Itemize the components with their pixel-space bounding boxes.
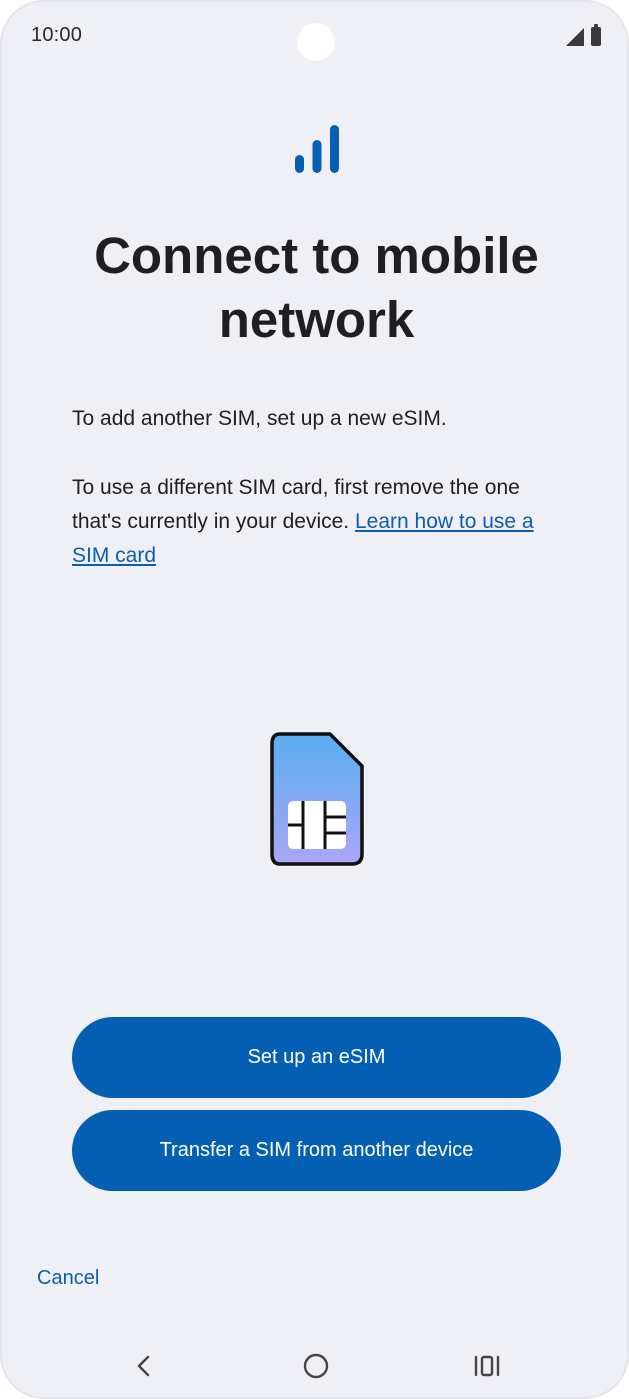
signal-icon: [566, 28, 584, 46]
sim-card-info-text: To use a different SIM card, first remov…: [72, 471, 572, 573]
status-time: 10:00: [31, 24, 83, 46]
home-button[interactable]: [286, 1336, 346, 1396]
back-button[interactable]: [115, 1336, 175, 1396]
status-icons: [566, 24, 601, 46]
battery-icon: [591, 24, 601, 46]
cancel-button[interactable]: Cancel: [37, 1267, 99, 1290]
camera-cutout: [297, 23, 335, 61]
back-icon: [137, 1355, 150, 1377]
cellular-signal-icon: [295, 125, 339, 173]
esim-info-text: To add another SIM, set up a new eSIM.: [72, 407, 447, 430]
sim-card-icon: [270, 732, 364, 866]
recents-icon: [474, 1355, 500, 1377]
home-icon: [303, 1353, 329, 1379]
phone-screen: 10:00 Connect to mobile network To add a…: [0, 0, 629, 1399]
page-title: Connect to mobile network: [94, 227, 539, 348]
setup-esim-button[interactable]: Set up an eSIM: [72, 1017, 561, 1098]
navigation-bar: [2, 1336, 627, 1396]
transfer-sim-button[interactable]: Transfer a SIM from another device: [72, 1110, 561, 1191]
recents-button[interactable]: [457, 1336, 517, 1396]
